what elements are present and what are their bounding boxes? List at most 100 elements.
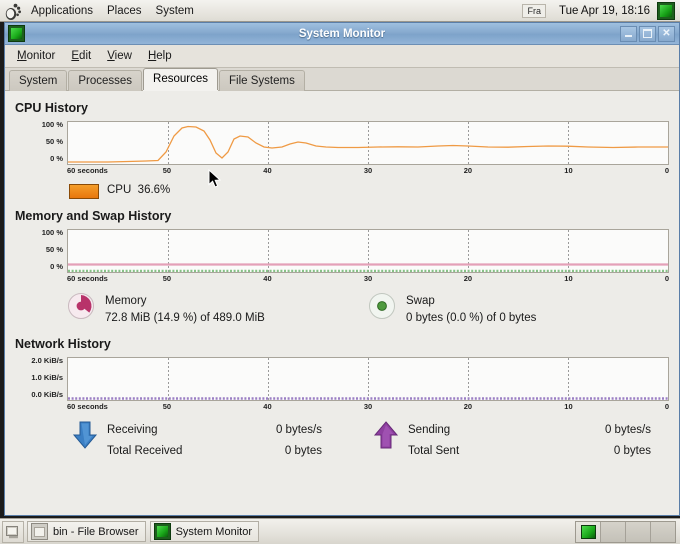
keyboard-layout-indicator[interactable]: Fra	[522, 3, 546, 18]
minimize-button[interactable]	[620, 25, 637, 42]
panel-menu-system[interactable]: System	[149, 0, 201, 23]
cpu-x-label-20: 20	[463, 166, 473, 175]
task-button-system-monitor[interactable]: System Monitor	[149, 521, 259, 542]
tab-system[interactable]: System	[9, 70, 68, 91]
network-history-graph-row: 2.0 KiB/s 1.0 KiB/s 0.0 KiB/s	[15, 357, 669, 401]
close-icon: ✕	[662, 27, 671, 39]
gnome-foot-icon[interactable]	[2, 1, 24, 21]
memory-y-label-100: 100 %	[41, 228, 63, 237]
cpu-history-graph-row: 100 % 50 % 0 %	[15, 121, 669, 165]
task-button-file-browser-label: bin - File Browser	[53, 525, 139, 538]
network-x-label-50: 50	[162, 402, 172, 411]
workspace-2[interactable]	[601, 521, 626, 542]
menu-view[interactable]: View	[99, 48, 140, 64]
memory-history-graph-row: 100 % 50 % 0 %	[15, 229, 669, 273]
cpu-history-graph	[67, 121, 669, 165]
menu-monitor-label: onitor	[26, 50, 56, 62]
total-received-label: Total Received	[107, 445, 183, 457]
memory-x-label-20: 20	[463, 274, 473, 283]
cpu-legend-name: CPU	[107, 184, 132, 196]
panel-menu-applications[interactable]: Applications	[24, 0, 100, 23]
swap-pie-icon[interactable]	[368, 292, 396, 320]
memory-x-axis: 60 seconds 50 40 30 20 10 0	[67, 274, 669, 286]
swap-legend: Swap 0 bytes (0.0 %) of 0 bytes	[340, 292, 669, 327]
system-monitor-window: System Monitor ✕ Monitor Edit View Help …	[4, 22, 680, 516]
sending-rate-label: Sending	[408, 424, 451, 436]
system-monitor-icon	[8, 25, 25, 42]
system-monitor-tray-icon[interactable]	[657, 1, 675, 20]
network-x-axis: 60 seconds 50 40 30 20 10 0	[67, 402, 669, 414]
memory-text-block: Memory 72.8 MiB (14.9 %) of 489.0 MiB	[105, 292, 265, 327]
memory-x-label-50: 50	[162, 274, 172, 283]
tab-processes-label: Processes	[78, 75, 133, 87]
panel-menu-places[interactable]: Places	[100, 0, 149, 23]
tab-file-systems-label: File Systems	[229, 75, 295, 87]
total-sent-label: Total Sent	[408, 445, 460, 457]
memory-x-label-60: 60 seconds	[67, 274, 108, 283]
network-legend-row: Receiving 0 bytes/s Total Received 0 byt…	[15, 420, 669, 462]
network-x-label-10: 10	[564, 402, 573, 411]
network-x-label-60: 60 seconds	[67, 402, 108, 411]
top-panel-right: Fra Tue Apr 19, 18:16	[522, 0, 680, 21]
cpu-color-swatch[interactable]	[69, 184, 99, 199]
menu-edit[interactable]: Edit	[63, 48, 99, 64]
memory-pie-icon[interactable]	[67, 292, 95, 320]
resources-panel: CPU History 100 % 50 % 0 % 60 seconds 50…	[5, 91, 679, 515]
panel-menu-system-label: System	[155, 4, 194, 17]
network-y-label-2: 2.0 KiB/s	[31, 356, 63, 365]
tab-file-systems[interactable]: File Systems	[219, 70, 305, 91]
menu-help[interactable]: Help	[140, 48, 180, 64]
folder-icon	[31, 523, 48, 540]
panel-menu-places-label: Places	[107, 4, 142, 17]
cpu-x-label-0: 0	[664, 166, 669, 175]
network-y-axis: 2.0 KiB/s 1.0 KiB/s 0.0 KiB/s	[15, 357, 67, 401]
maximize-button[interactable]	[639, 25, 656, 42]
cpu-x-label-50: 50	[162, 166, 172, 175]
network-x-label-30: 30	[363, 402, 373, 411]
tab-resources[interactable]: Resources	[143, 68, 218, 90]
receiving-rate-label: Receiving	[107, 424, 158, 436]
memory-y-label-0: 0 %	[50, 262, 63, 271]
workspace-4[interactable]	[651, 521, 675, 542]
cpu-y-axis: 100 % 50 % 0 %	[15, 121, 67, 165]
receiving-legend: Receiving 0 bytes/s Total Received 0 byt…	[15, 420, 340, 462]
bottom-panel: bin - File Browser System Monitor	[0, 518, 680, 544]
memory-y-axis: 100 % 50 % 0 %	[15, 229, 67, 273]
close-button[interactable]: ✕	[658, 25, 675, 42]
cpu-x-label-30: 30	[363, 166, 373, 175]
workspace-1[interactable]	[576, 521, 601, 542]
memory-history-title: Memory and Swap History	[15, 209, 172, 223]
cpu-x-label-60: 60 seconds	[67, 166, 108, 175]
menu-monitor[interactable]: Monitor	[9, 48, 63, 64]
task-button-system-monitor-label: System Monitor	[175, 525, 252, 538]
show-desktop-icon[interactable]	[2, 520, 24, 543]
menu-help-label: elp	[156, 50, 172, 62]
memory-y-label-50: 50 %	[45, 245, 63, 254]
tab-processes[interactable]: Processes	[68, 70, 143, 91]
window-titlebar[interactable]: System Monitor ✕	[5, 23, 679, 45]
workspace-3[interactable]	[626, 521, 651, 542]
swap-text-block: Swap 0 bytes (0.0 %) of 0 bytes	[406, 292, 536, 327]
total-received-row: Total Received 0 bytes	[107, 441, 340, 462]
panel-menu-applications-label: Applications	[31, 4, 94, 17]
cpu-legend: CPU 36.6%	[15, 184, 669, 199]
cpu-y-label-0: 0 %	[50, 154, 63, 163]
network-x-label-0: 0	[664, 402, 669, 411]
receiving-rate-row: Receiving 0 bytes/s	[107, 420, 340, 441]
clock[interactable]: Tue Apr 19, 18:16	[552, 5, 657, 17]
sending-rate-row: Sending 0 bytes/s	[408, 420, 669, 441]
receiving-table: Receiving 0 bytes/s Total Received 0 byt…	[107, 420, 340, 462]
minimize-icon	[625, 35, 632, 37]
cpu-x-axis: 60 seconds 50 40 30 20 10 0	[67, 166, 669, 178]
memory-legend: Memory 72.8 MiB (14.9 %) of 489.0 MiB	[15, 292, 340, 327]
down-arrow-icon	[71, 420, 99, 450]
memory-x-label-30: 30	[363, 274, 373, 283]
network-y-label-0: 0.0 KiB/s	[31, 390, 63, 399]
network-x-label-20: 20	[463, 402, 473, 411]
tab-resources-label: Resources	[153, 73, 208, 85]
task-button-file-browser[interactable]: bin - File Browser	[27, 521, 146, 542]
desktop: System Monitor ✕ Monitor Edit View Help …	[0, 22, 680, 518]
menu-edit-label: dit	[79, 50, 92, 62]
network-history-title: Network History	[15, 337, 111, 351]
workspace-switcher	[575, 520, 676, 543]
